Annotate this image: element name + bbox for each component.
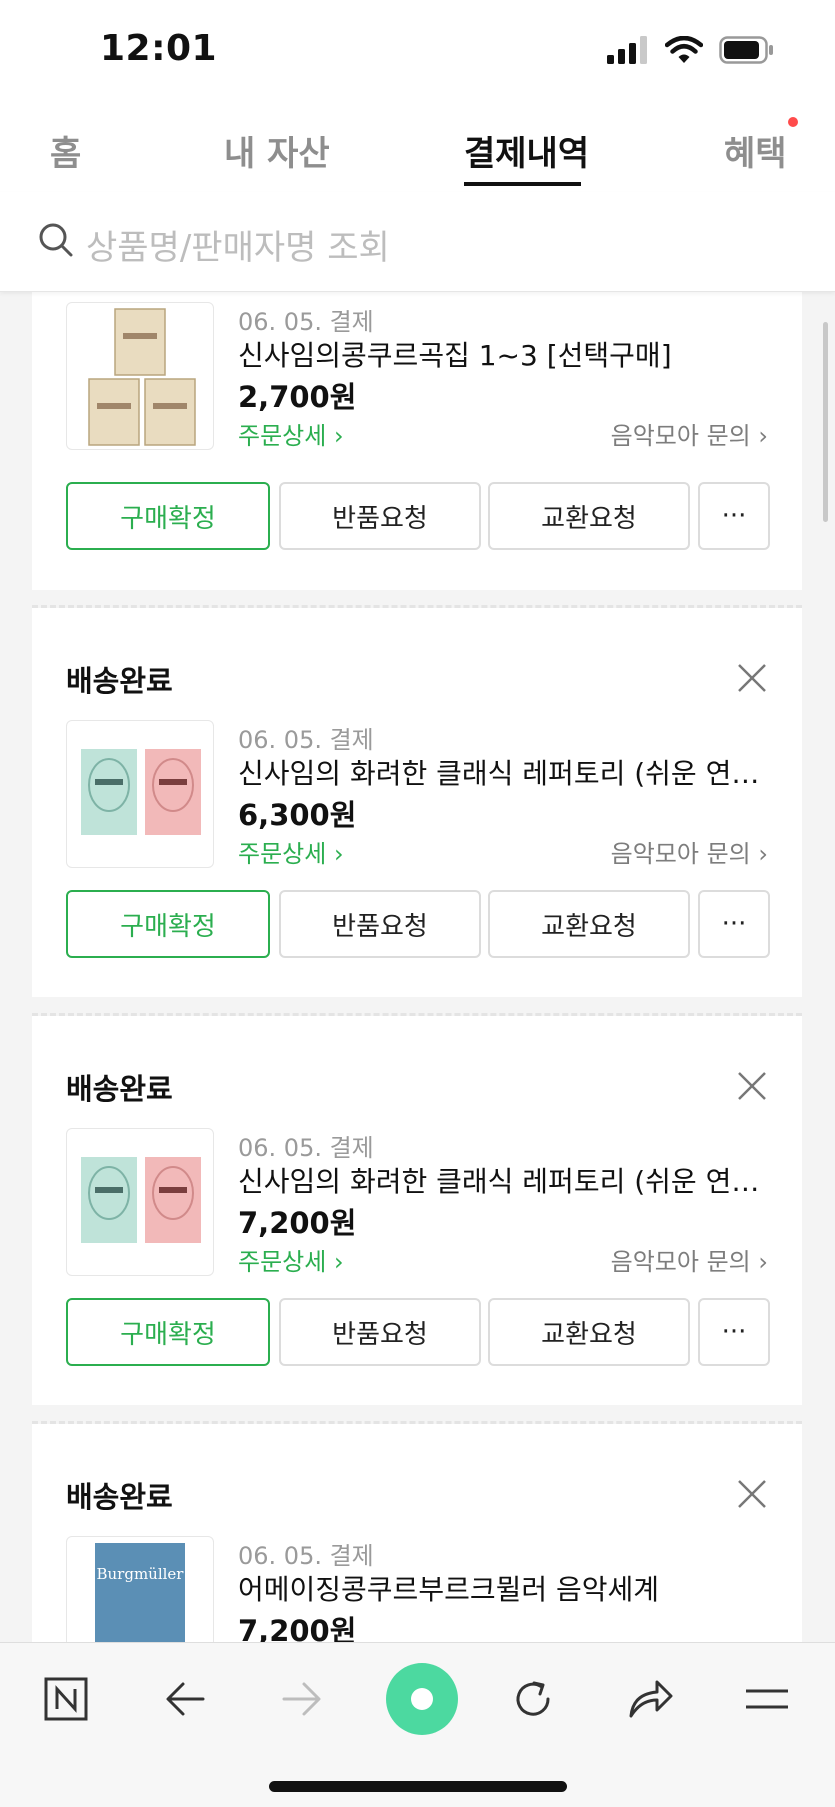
close-icon[interactable] <box>736 1070 768 1102</box>
product-thumbnail[interactable] <box>66 302 214 450</box>
return-request-button[interactable]: 반품요청 <box>279 482 481 550</box>
chevron-right-icon: › <box>758 1248 768 1276</box>
product-name[interactable]: 신사임의 화려한 클래식 레퍼토리 (쉬운 연주편... <box>238 1160 778 1200</box>
delivery-status: 배송완료 <box>66 1480 173 1514</box>
order-detail-label: 주문상세 <box>238 422 327 450</box>
confirm-purchase-button[interactable]: 구매확정 <box>66 890 270 958</box>
tab-my-assets[interactable]: 내 자산 <box>224 126 330 175</box>
refresh-icon[interactable] <box>505 1671 561 1727</box>
order-card: 06. 05. 결제 신사임의콩쿠르곡집 1~3 [선택구매] 2,700원 주… <box>32 292 802 590</box>
product-name[interactable]: 신사임의 화려한 클래식 레퍼토리 (쉬운 연주편... <box>238 752 778 792</box>
battery-icon <box>719 36 773 64</box>
product-thumbnail[interactable] <box>66 720 214 868</box>
order-date: 06. 05. 결제 <box>238 1134 374 1162</box>
book-cover-image <box>88 308 196 446</box>
search-bar[interactable]: 상품명/판매자명 조회 <box>0 192 835 292</box>
order-card: 배송완료 06. 05. 결제 신사임의 화려한 클래식 레퍼토리 (쉬운 연주… <box>32 608 802 997</box>
new-badge-dot <box>788 117 798 127</box>
back-arrow-icon[interactable] <box>157 1671 213 1727</box>
book-cover-image: Burgmüller <box>95 1543 185 1642</box>
seller-inquiry-link[interactable]: 음악모아 문의 › <box>611 416 768 451</box>
order-date: 06. 05. 결제 <box>238 308 374 336</box>
seller-inquiry-link[interactable]: 음악모아 문의 › <box>611 1242 768 1277</box>
product-thumbnail[interactable]: Burgmüller <box>66 1536 214 1642</box>
product-price: 6,300원 <box>238 798 357 832</box>
delivery-status: 배송완료 <box>66 664 173 698</box>
chevron-right-icon: › <box>333 422 344 450</box>
product-price: 7,200원 <box>238 1206 357 1240</box>
status-bar: 12:01 <box>0 0 835 100</box>
order-date: 06. 05. 결제 <box>238 1542 374 1570</box>
close-icon[interactable] <box>736 1478 768 1510</box>
seller-inquiry-link[interactable]: 음악모아 문의 › <box>611 834 768 869</box>
book-cover-image <box>81 1157 201 1243</box>
seller-inquiry-label: 음악모아 문의 <box>610 840 751 868</box>
signal-icon <box>607 36 647 64</box>
scrollbar[interactable] <box>823 322 828 522</box>
product-thumbnail[interactable] <box>66 1128 214 1276</box>
active-tab-indicator <box>464 182 581 186</box>
product-price: 2,700원 <box>238 380 357 414</box>
chevron-right-icon: › <box>333 1248 344 1276</box>
more-options-button[interactable]: ··· <box>698 482 770 550</box>
chevron-right-icon: › <box>333 840 344 868</box>
order-list: 06. 05. 결제 신사임의콩쿠르곡집 1~3 [선택구매] 2,700원 주… <box>0 292 835 1642</box>
confirm-purchase-button[interactable]: 구매확정 <box>66 482 270 550</box>
status-time: 12:01 <box>100 28 218 69</box>
menu-icon[interactable] <box>739 1671 795 1727</box>
seller-inquiry-label: 음악모아 문의 <box>610 422 751 450</box>
order-detail-label: 주문상세 <box>238 840 327 868</box>
seller-inquiry-label: 음악모아 문의 <box>610 1248 751 1276</box>
chevron-right-icon: › <box>758 840 768 868</box>
naver-n-icon[interactable] <box>38 1671 94 1727</box>
top-tabs: 홈 내 자산 결제내역 혜택 <box>0 100 835 192</box>
search-icon <box>39 223 73 257</box>
product-name[interactable]: 신사임의콩쿠르곡집 1~3 [선택구매] <box>238 334 778 374</box>
order-detail-label: 주문상세 <box>238 1248 327 1276</box>
tab-benefits[interactable]: 혜택 <box>724 126 787 175</box>
more-options-button[interactable]: ··· <box>698 890 770 958</box>
exchange-request-button[interactable]: 교환요청 <box>488 1298 690 1366</box>
product-name[interactable]: 어메이징콩쿠르부르크뮐러 음악세계 <box>238 1568 778 1608</box>
order-detail-link[interactable]: 주문상세 › <box>238 416 344 451</box>
tab-payment-history[interactable]: 결제내역 <box>464 126 589 175</box>
book-cover-title: Burgmüller <box>96 1565 184 1583</box>
wifi-icon <box>665 36 703 63</box>
order-detail-link[interactable]: 주문상세 › <box>238 834 344 869</box>
forward-arrow-icon[interactable] <box>274 1671 330 1727</box>
order-card: 배송완료 Burgmüller 06. 05. 결제 어메이징콩쿠르부르크뮐러 … <box>32 1424 802 1642</box>
exchange-request-button[interactable]: 교환요청 <box>488 890 690 958</box>
chevron-right-icon: › <box>758 422 768 450</box>
order-date: 06. 05. 결제 <box>238 726 374 754</box>
book-cover-image <box>81 749 201 835</box>
delivery-status: 배송완료 <box>66 1072 173 1106</box>
home-indicator[interactable] <box>269 1781 567 1792</box>
status-icons <box>607 32 775 68</box>
product-price: 7,200원 <box>238 1614 357 1642</box>
exchange-request-button[interactable]: 교환요청 <box>488 482 690 550</box>
return-request-button[interactable]: 반품요청 <box>279 1298 481 1366</box>
share-icon[interactable] <box>622 1671 678 1727</box>
order-detail-link[interactable]: 주문상세 › <box>238 1242 344 1277</box>
order-card: 배송완료 06. 05. 결제 신사임의 화려한 클래식 레퍼토리 (쉬운 연주… <box>32 1016 802 1405</box>
more-options-button[interactable]: ··· <box>698 1298 770 1366</box>
confirm-purchase-button[interactable]: 구매확정 <box>66 1298 270 1366</box>
green-dot-icon[interactable] <box>384 1661 460 1737</box>
close-icon[interactable] <box>736 662 768 694</box>
search-input[interactable]: 상품명/판매자명 조회 <box>86 220 390 269</box>
tab-home[interactable]: 홈 <box>50 126 81 175</box>
return-request-button[interactable]: 반품요청 <box>279 890 481 958</box>
